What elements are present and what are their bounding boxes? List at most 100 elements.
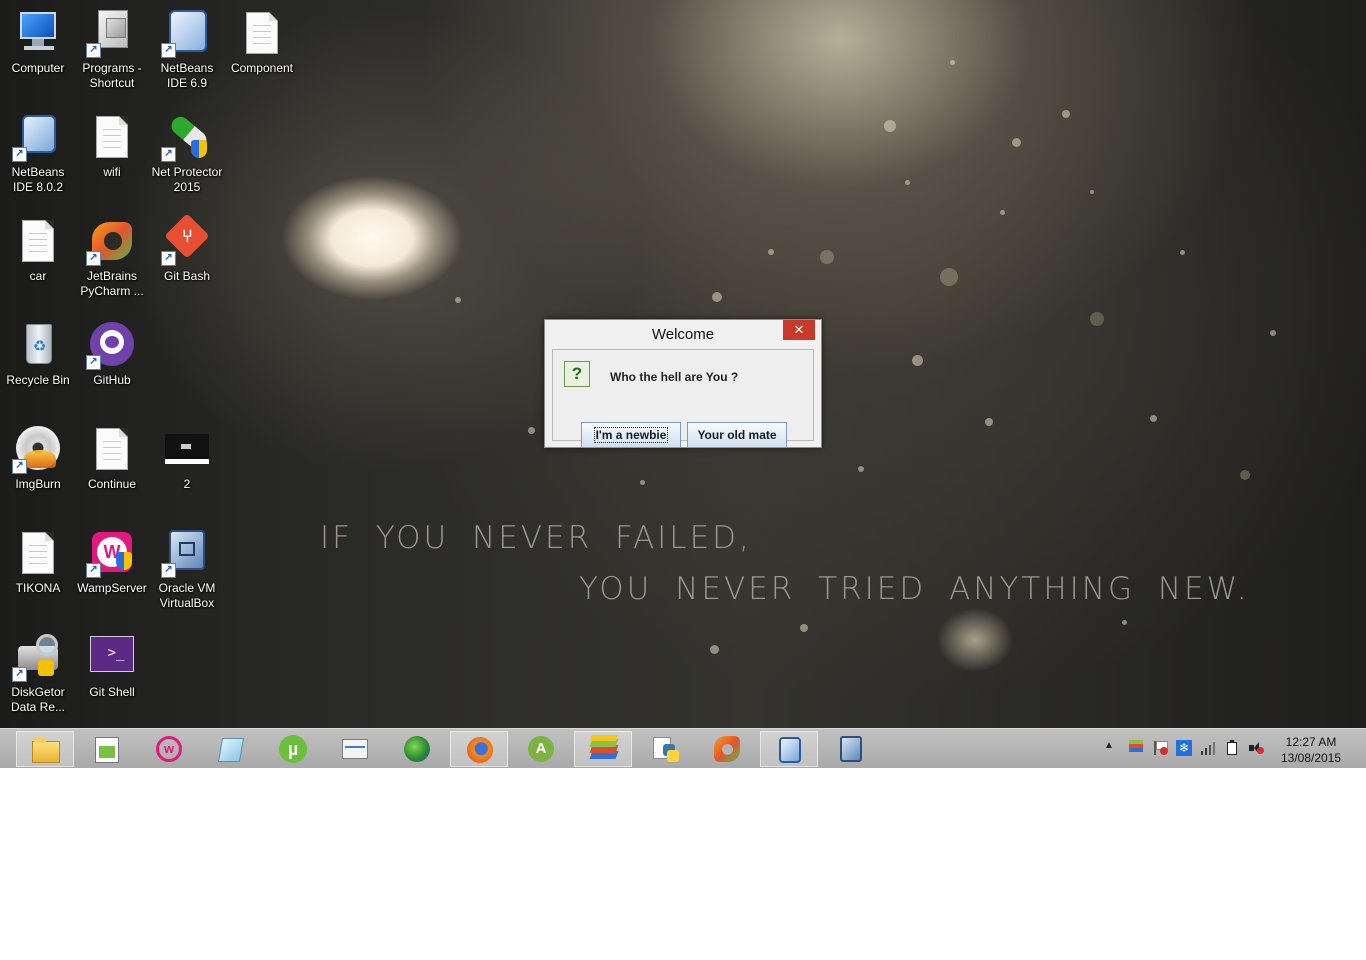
tray-bluestacks-icon[interactable] — [1128, 740, 1144, 756]
clock-time: 12:27 AM — [1285, 735, 1337, 749]
taskbar-netbeans[interactable] — [760, 731, 818, 767]
old-mate-button[interactable]: Your old mate — [687, 422, 787, 448]
taskbar: w µ A ▲ ❄ 12:27 AM 13/08/2015 — [0, 728, 1366, 768]
wallpaper-quote-line-1: IF YOU NEVER FAILED, — [320, 520, 752, 556]
desktop-icon-label: car — [29, 269, 47, 283]
desktop-icon-github[interactable]: ↗ GitHub — [74, 320, 150, 388]
notepad-icon — [215, 734, 247, 764]
taskbar-firefox[interactable] — [450, 731, 508, 767]
clock[interactable]: 12:27 AM 13/08/2015 — [1276, 734, 1346, 766]
taskbar-bluestacks[interactable] — [574, 731, 632, 767]
close-button[interactable]: ✕ — [783, 320, 815, 340]
desktop-icon-computer[interactable]: Computer — [0, 8, 76, 76]
desktop-icon-component[interactable]: Component — [224, 8, 300, 76]
computer-icon — [14, 8, 62, 56]
net-protector-capsule-icon: ↗ — [161, 112, 211, 162]
programs-folder-icon: ↗ — [86, 8, 136, 58]
desktop-icon-label: Git Bash — [163, 269, 211, 283]
desktop-icon-label: Git Shell — [89, 685, 135, 699]
diskgetor-icon: ↗ — [12, 632, 62, 682]
desktop-icon-pycharm[interactable]: ↗ JetBrains PyCharm ... — [74, 216, 150, 299]
old-mate-button-label: Your old mate — [697, 428, 777, 442]
desktop-icon-netbeans-6-9[interactable]: ↗ NetBeans IDE 6.9 — [149, 8, 225, 91]
desktop-icon-car[interactable]: car — [0, 216, 76, 284]
virtualbox-icon: ↗ — [161, 528, 211, 578]
desktop-icon-imgburn[interactable]: ↗ ImgBurn — [0, 424, 76, 492]
wallpaper-quote-line-2: YOU NEVER TRIED ANYTHING NEW. — [579, 571, 1250, 607]
dialog-message: Who the hell are You ? — [610, 370, 739, 384]
newbie-button-label: I'm a newbie — [593, 427, 669, 443]
desktop-icon-wifi[interactable]: wifi — [74, 112, 150, 180]
desktop-icon-label: NetBeans IDE 8.0.2 — [11, 165, 65, 194]
tray-snowflake-icon[interactable]: ❄ — [1176, 740, 1192, 756]
python-icon — [649, 734, 681, 764]
taskbar-task-manager[interactable] — [326, 731, 384, 767]
chevron-up-icon: ▲ — [1104, 740, 1114, 751]
taskbar-python[interactable] — [636, 731, 694, 767]
git-bash-icon: ⑂ ↗ — [161, 213, 211, 266]
text-file-icon — [88, 112, 136, 160]
github-octocat-icon: ↗ — [86, 320, 136, 370]
desktop-icon-net-protector[interactable]: ↗ Net Protector 2015 — [149, 112, 225, 195]
desktop: IF YOU NEVER FAILED, YOU NEVER TRIED ANY… — [0, 0, 1366, 728]
bluestacks-icon — [588, 735, 620, 765]
tray-network-signal-icon[interactable] — [1200, 740, 1216, 756]
netbeans-cube-icon — [774, 735, 806, 765]
desktop-icon-diskgetor[interactable]: ↗ DiskGetor Data Re... — [0, 632, 76, 715]
close-icon: ✕ — [793, 322, 805, 337]
taskbar-pycharm[interactable] — [698, 731, 756, 767]
dialog-title: Welcome — [651, 326, 715, 343]
text-file-icon — [14, 216, 62, 264]
wampserver-icon: W ↗ — [86, 528, 136, 578]
desktop-icon-netbeans-8[interactable]: ↗ NetBeans IDE 8.0.2 — [0, 112, 76, 195]
tray-battery-icon[interactable] — [1224, 740, 1240, 756]
text-file-icon — [238, 8, 286, 56]
git-shell-icon: >_ — [88, 632, 136, 680]
desktop-icon-virtualbox[interactable]: ↗ Oracle VM VirtualBox — [149, 528, 225, 611]
desktop-icon-label: Continue — [87, 477, 137, 491]
taskbar-internet-download-manager[interactable] — [388, 731, 446, 767]
tray-action-center-flag-icon[interactable] — [1152, 740, 1168, 756]
desktop-icon-label: Recycle Bin — [6, 373, 70, 387]
newbie-button[interactable]: I'm a newbie — [581, 422, 681, 448]
desktop-icon-git-shell[interactable]: >_ Git Shell — [74, 632, 150, 700]
desktop-icon-label: ImgBurn — [15, 477, 61, 491]
desktop-icon-label: JetBrains PyCharm ... — [80, 269, 144, 298]
firefox-icon — [464, 735, 496, 765]
desktop-icon-programs-shortcut[interactable]: ↗ Programs - Shortcut — [74, 8, 150, 91]
android-studio-icon: A — [525, 734, 557, 764]
folder-icon — [30, 735, 62, 765]
desktop-icon-label: Component — [230, 61, 294, 75]
taskbar-utorrent[interactable]: µ — [264, 731, 322, 767]
taskbar-virtualbox[interactable] — [822, 731, 880, 767]
desktop-icon-label: WampServer — [77, 581, 147, 595]
taskbar-notepad-plus-plus[interactable] — [78, 731, 136, 767]
dialog-content: ? Who the hell are You ? I'm a newbie Yo… — [552, 349, 814, 448]
desktop-icon-label: Computer — [11, 61, 65, 75]
recycle-bin-icon: ♻ — [14, 320, 62, 368]
wampserver-icon: w — [153, 734, 185, 764]
desktop-icon-recycle-bin[interactable]: ♻ Recycle Bin — [0, 320, 76, 388]
desktop-icon-label: NetBeans IDE 6.9 — [160, 61, 214, 90]
tray-volume-muted-icon[interactable] — [1248, 740, 1264, 756]
show-hidden-icons-button[interactable]: ▲ — [1104, 740, 1120, 756]
taskbar-wampserver[interactable]: w — [140, 731, 198, 767]
desktop-icon-label: Net Protector 2015 — [151, 165, 223, 194]
taskbar-file-explorer[interactable] — [16, 731, 74, 767]
question-icon: ? — [564, 361, 590, 387]
welcome-dialog: Welcome ✕ ? Who the hell are You ? I'm a… — [544, 319, 822, 448]
desktop-icon-2[interactable]: 2 — [149, 424, 225, 492]
desktop-icon-tikona[interactable]: TIKONA — [0, 528, 76, 596]
text-file-icon — [88, 424, 136, 472]
clock-date: 13/08/2015 — [1280, 751, 1342, 765]
desktop-icon-wampserver[interactable]: W ↗ WampServer — [74, 528, 150, 596]
taskbar-notepad[interactable] — [202, 731, 260, 767]
desktop-icon-continue[interactable]: Continue — [74, 424, 150, 492]
desktop-icon-label: Oracle VM VirtualBox — [158, 581, 216, 610]
taskbar-android-studio[interactable]: A — [512, 731, 570, 767]
desktop-icon-git-bash[interactable]: ⑂ ↗ Git Bash — [149, 213, 225, 284]
image-thumbnail-icon — [163, 424, 211, 472]
text-file-icon — [14, 528, 62, 576]
desktop-icon-label: 2 — [183, 477, 191, 491]
desktop-icon-label: Programs - Shortcut — [82, 61, 142, 90]
